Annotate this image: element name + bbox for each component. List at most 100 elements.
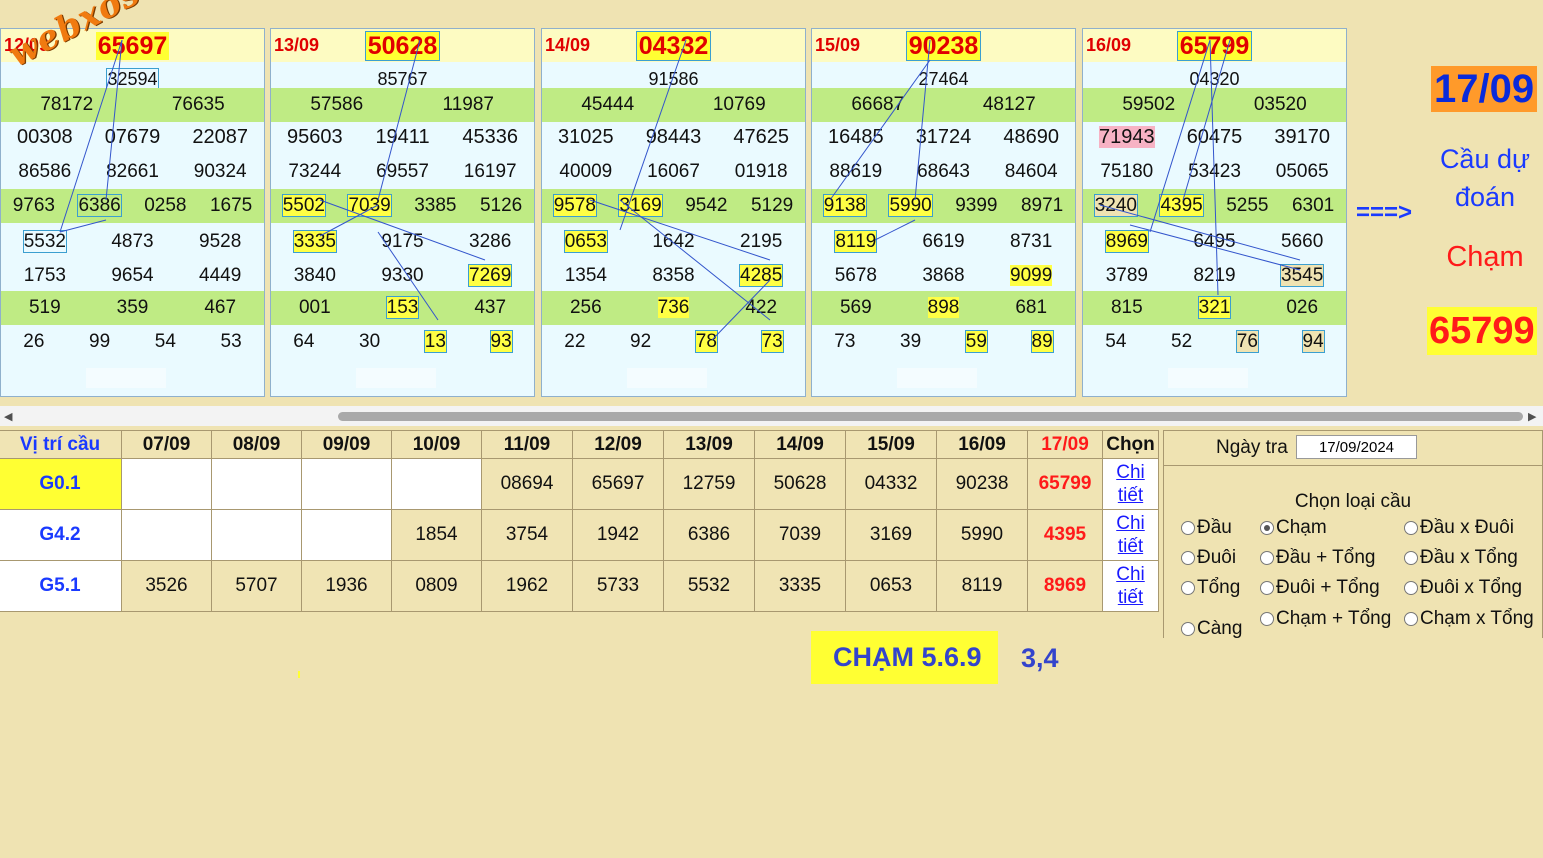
scroll-left-icon[interactable]: ◀ [4, 410, 12, 423]
prize-number: 1675 [198, 195, 264, 217]
bridge-value: 1962 [481, 560, 573, 612]
prize-number-text: 001 [298, 297, 331, 318]
detail-link[interactable]: Chi tiết [1116, 564, 1145, 608]
prize-number-text: 00308 [17, 125, 73, 148]
bridge-value: 3526 [121, 560, 212, 612]
radio-icon[interactable] [1181, 521, 1195, 535]
special-prize-value: 65697 [95, 32, 170, 60]
bridge-value [301, 458, 392, 510]
bridge-type-option[interactable]: Đầu x Đuôi [1404, 517, 1514, 539]
prize-number-text: 27464 [918, 68, 969, 89]
prediction-label: Cầu dự đoán [1439, 144, 1531, 212]
prize-number-text: 5532 [22, 230, 67, 253]
radio-icon[interactable] [1404, 612, 1418, 626]
prize-number-text: 0653 [563, 230, 608, 253]
prize-number-text: 6301 [1291, 195, 1335, 216]
radio-icon[interactable] [1404, 551, 1418, 565]
bridge-type-option[interactable]: Đầu + Tổng [1260, 547, 1375, 569]
prize-number: 78 [674, 330, 740, 353]
prize-number: 53 [198, 331, 264, 353]
radio-icon[interactable] [1404, 521, 1418, 535]
prize-number: 681 [987, 297, 1075, 319]
prize-number: 8969 [1083, 230, 1171, 253]
radio-icon[interactable] [1260, 581, 1274, 595]
bridge-value: 5990 [936, 509, 1028, 561]
bridge-type-option[interactable]: Đầu [1181, 517, 1232, 539]
prize-number-text: 8358 [652, 265, 695, 286]
bridge-type-option[interactable]: Đuôi [1181, 547, 1236, 569]
scrollbar-thumb[interactable] [338, 412, 1523, 421]
prize-number-text: 026 [1286, 297, 1319, 318]
prize-number: 60475 [1171, 126, 1259, 149]
prize-number: 22087 [176, 126, 264, 149]
radio-icon[interactable] [1181, 581, 1195, 595]
detail-link-text: Chi [1116, 564, 1145, 585]
prize-number-text: 3545 [1280, 264, 1325, 287]
radio-icon[interactable] [1181, 551, 1195, 565]
bridge-type-option[interactable]: Tổng [1181, 577, 1240, 599]
option-label: Tổng [1197, 577, 1241, 598]
prize-number-text: 22087 [192, 125, 248, 148]
prize-number-text: 4449 [199, 265, 242, 286]
prediction-type: Chạm [1446, 241, 1524, 273]
bridge-type-option[interactable]: Đuôi + Tổng [1260, 577, 1380, 599]
bridge-type-option[interactable]: Chạm + Tổng [1260, 608, 1391, 630]
prize-number-text: 2195 [740, 231, 783, 252]
option-label: Đuôi x Tổng [1420, 577, 1523, 598]
bridge-type-option[interactable]: Càng [1181, 618, 1242, 638]
prize-number-text: 16197 [463, 161, 517, 182]
radio-icon[interactable] [1260, 521, 1274, 535]
prize-number: 59 [944, 330, 1010, 353]
prize-number-text: 3169 [618, 194, 663, 217]
bridge-table: Vị trí cầu 07/09 08/09 09/09 10/09 11/09… [0, 430, 1159, 612]
prize-number-text: 76635 [171, 94, 225, 115]
detail-link[interactable]: Chi tiết [1116, 462, 1145, 506]
prize-number: 10769 [674, 94, 806, 116]
prize-number-text: 4873 [111, 231, 154, 252]
radio-icon[interactable] [1181, 622, 1195, 636]
prize-number: 39170 [1258, 126, 1346, 149]
prize-number: 45444 [542, 94, 674, 116]
bridge-type-option[interactable]: Chạm x Tổng [1404, 608, 1534, 630]
horizontal-scrollbar[interactable]: ◀ ▶ [0, 406, 1543, 426]
detail-link[interactable]: Chi tiết [1116, 513, 1145, 557]
prize-number-text: 8219 [1193, 265, 1236, 286]
detail-link-text: tiết [1117, 485, 1144, 506]
bridge-type-option[interactable]: Đầu x Tổng [1404, 547, 1518, 569]
radio-icon[interactable] [1260, 551, 1274, 565]
bridge-type-option[interactable]: Chạm [1260, 517, 1327, 539]
prize-number: 16197 [446, 161, 534, 183]
prize-number: 359 [89, 297, 177, 319]
prize-number-text: 3240 [1093, 194, 1139, 217]
panel-date: 16/09 [1086, 35, 1132, 55]
header-choose: Chọn [1102, 430, 1159, 459]
prize-number-text: 66687 [851, 94, 905, 115]
prize-number-text: 898 [927, 297, 960, 318]
prize-number-text: 85767 [377, 68, 428, 89]
header-today: 17/09 [1027, 430, 1103, 459]
bridge-value [211, 509, 302, 561]
prize-row: 1753 9654 4449 [1, 259, 264, 293]
prize-number-text: 9399 [955, 195, 998, 216]
prize-number-text: 19411 [375, 125, 430, 148]
prize-number: 99 [67, 331, 133, 353]
prize-number-text: 54 [1105, 331, 1127, 352]
prize-number: 85767 [271, 69, 534, 90]
date-input[interactable] [1296, 435, 1417, 459]
radio-icon[interactable] [1260, 612, 1274, 626]
header-date: 14/09 [754, 430, 846, 459]
option-label: Đuôi [1197, 547, 1237, 568]
panel-header: 50628 13/09 [271, 29, 534, 62]
scroll-right-icon[interactable]: ▶ [1528, 410, 1536, 423]
bridge-type-option[interactable]: Đuôi x Tổng [1404, 577, 1522, 599]
prize-number-text: 71943 [1099, 125, 1155, 148]
prize-number: 22 [542, 331, 608, 353]
prize-number-text: 40009 [559, 161, 613, 182]
prize-row: 001 153 437 [271, 291, 534, 325]
prize-number: 3240 [1083, 194, 1149, 217]
prize-number-text: 78 [694, 330, 718, 353]
radio-icon[interactable] [1404, 581, 1418, 595]
prize-number-text: 1675 [209, 195, 253, 216]
prize-number: 519 [1, 297, 89, 319]
prize-row: 00308 07679 22087 [1, 120, 264, 154]
